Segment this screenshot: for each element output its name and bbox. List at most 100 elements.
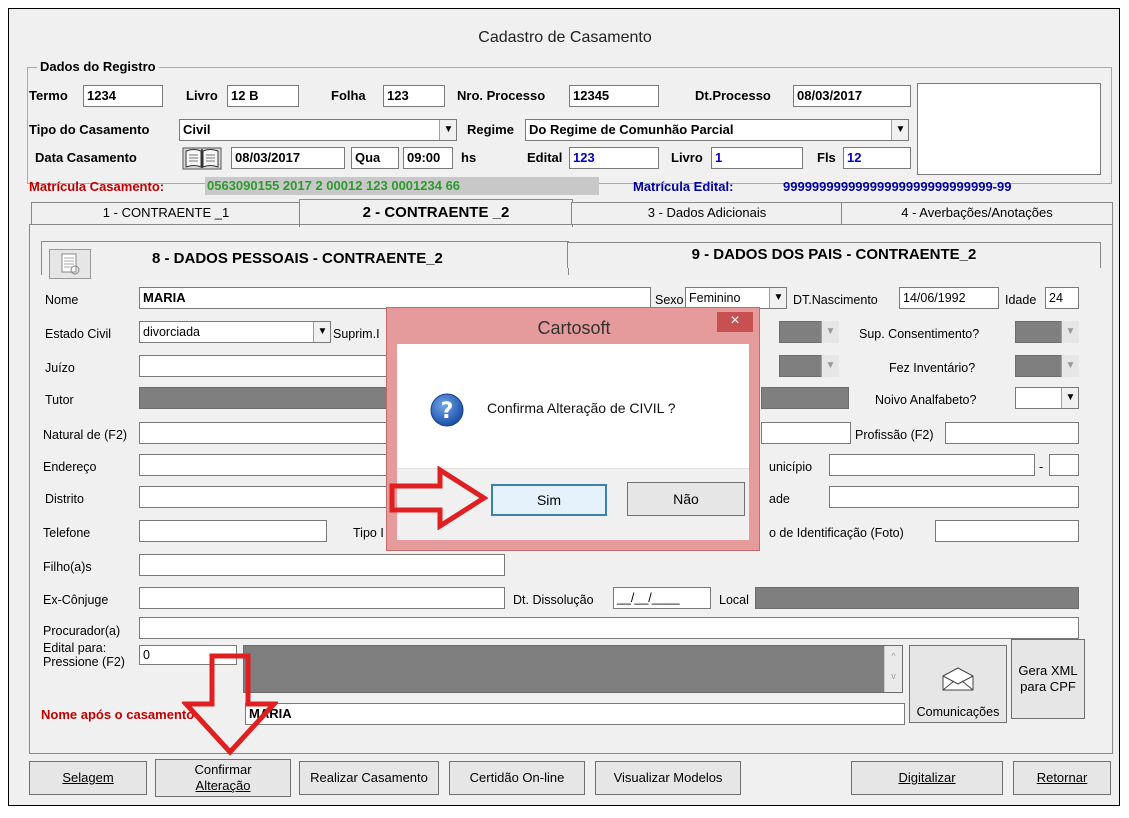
envelope-icon [941,666,975,696]
hora-field[interactable]: 09:00 [403,147,453,169]
gera-xml-label-1: Gera XML [1018,663,1078,678]
edital-para-textarea[interactable]: ^ v [243,645,903,693]
distrito-field[interactable] [139,486,395,508]
noivo-analfabeto-select[interactable]: ▼ [1015,387,1079,409]
sexo-select[interactable]: Feminino ▼ [685,287,787,309]
municipio-field[interactable] [829,454,1035,476]
ex-conjuge-label: Ex-Cônjuge [43,593,109,607]
scroll-down-icon[interactable]: v [885,666,902,686]
suprim-label: Suprim.I [333,327,380,341]
procurador-field[interactable] [139,617,1079,639]
dt-nascimento-label: DT.Nascimento [793,293,878,307]
uf-field[interactable] [1049,454,1079,476]
regime-select[interactable]: Do Regime de Comunhão Parcial ▼ [525,119,909,141]
fez-inventario-select[interactable]: ▼ [1015,355,1079,377]
dialog-close-button[interactable]: × [717,312,753,332]
tutor-label: Tutor [45,393,74,407]
svg-text:?: ? [441,399,454,424]
dialog-title: Cartosoft [537,318,611,338]
sup-consentimento-select[interactable]: ▼ [1015,321,1079,343]
chevron-down-icon[interactable]: ▼ [891,120,908,140]
tab-contraente-1[interactable]: 1 - CONTRAENTE _1 [31,202,301,224]
digitalizar-button[interactable]: Digitalizar [851,761,1003,795]
data-casamento-field[interactable]: 08/03/2017 [231,147,345,169]
local-field [755,587,1079,609]
subtab-dados-pessoais[interactable]: 8 - DADOS PESSOAIS - CONTRAENTE_2 [41,241,569,275]
matricula-casamento-label: Matrícula Casamento: [29,179,165,194]
certidao-online-button[interactable]: Certidão On-line [449,761,585,795]
bairro-label: ade [769,492,790,506]
chevron-down-icon[interactable]: ▼ [821,321,839,343]
confirmar-label-1: Confirmar [194,762,252,777]
tipo-casamento-label: Tipo do Casamento [29,122,150,137]
subtab-dados-pais[interactable]: 9 - DADOS DOS PAIS - CONTRAENTE_2 [567,242,1101,268]
livro2-label: Livro [671,150,703,165]
nao-button[interactable]: Não [627,482,745,516]
dialog-message: Confirma Alteração de CIVIL ? [487,400,676,416]
telefone-field[interactable] [139,520,327,542]
juizo-field[interactable] [139,355,395,377]
close-icon: × [730,312,740,329]
notepad-icon[interactable] [49,249,91,279]
profissao-field[interactable] [945,422,1079,444]
nome-apos-field[interactable]: MARIA [245,703,905,725]
chevron-down-icon[interactable]: ▼ [1061,355,1079,377]
dt-dissolucao-field[interactable]: __/__/____ [613,587,711,609]
chevron-down-icon[interactable]: ▼ [769,288,786,308]
folha-field[interactable]: 123 [383,85,445,107]
estado-civil-select[interactable]: divorciada ▼ [139,321,331,343]
regime-label: Regime [467,122,514,137]
telefone-label: Telefone [43,526,91,540]
termo-field[interactable]: 1234 [83,85,163,107]
idade-label: Idade [1005,293,1037,307]
tab-averbacoes[interactable]: 4 - Averbações/Anotações [841,202,1113,224]
edital-field[interactable]: 123 [569,147,659,169]
question-icon: ? [429,392,465,428]
nome-field[interactable]: MARIA [139,287,651,309]
window-title: Cadastro de Casamento [478,29,652,46]
calendar-book-icon[interactable] [181,145,223,171]
comunicacoes-button[interactable]: Comunicações [909,645,1007,723]
visualizar-modelos-button[interactable]: Visualizar Modelos [595,761,741,795]
sim-button[interactable]: Sim [491,484,607,516]
chevron-down-icon[interactable]: ▼ [1061,388,1078,408]
fls-field[interactable]: 12 [843,147,911,169]
confirmar-label-2: Alteração [195,778,251,793]
ex-conjuge-field[interactable] [139,587,505,609]
hidden-select-1[interactable]: ▼ [779,321,839,343]
retornar-button[interactable]: Retornar [1013,761,1111,795]
matricula-edital-value: 99999999999999999999999999999-99 [783,179,1012,194]
juizo-label: Juízo [45,361,75,375]
livro2-field[interactable]: 1 [711,147,803,169]
tipo-casamento-select[interactable]: Civil ▼ [179,119,457,141]
dt-processo-field[interactable]: 08/03/2017 [793,85,911,107]
chevron-down-icon[interactable]: ▼ [1061,321,1079,343]
fez-inventario-label: Fez Inventário? [889,361,976,375]
tab-contraente-2[interactable]: 2 - CONTRAENTE _2 [299,199,573,227]
identificacao-field[interactable] [935,520,1079,542]
noivo-analfabeto-label: Noivo Analfabeto? [875,393,977,407]
livro-field[interactable]: 12 B [227,85,299,107]
chevron-down-icon[interactable]: ▼ [439,120,456,140]
confirmar-alteracao-button[interactable]: Confirmar Alteração [155,759,291,797]
endereco-field[interactable] [139,454,395,476]
natural-field[interactable] [139,422,395,444]
nro-processo-field[interactable]: 12345 [569,85,659,107]
bairro-field[interactable] [829,486,1079,508]
tab-dados-adicionais[interactable]: 3 - Dados Adicionais [571,202,843,224]
scrollbar[interactable]: ^ v [884,646,902,692]
realizar-casamento-button[interactable]: Realizar Casamento [299,761,439,795]
tipo-label: Tipo I [353,526,384,540]
folha-label: Folha [331,88,366,103]
dt-nascimento-field[interactable]: 14/06/1992 [899,287,999,309]
comunicacoes-label: Comunicações [916,705,1000,719]
scroll-up-icon[interactable]: ^ [885,646,902,666]
natural-field-right[interactable] [761,422,851,444]
chevron-down-icon[interactable]: ▼ [313,322,330,342]
chevron-down-icon[interactable]: ▼ [821,355,839,377]
hs-label: hs [461,150,477,165]
gera-xml-button[interactable]: Gera XML para CPF [1011,639,1085,719]
selagem-button[interactable]: Selagem [29,761,147,795]
filhos-field[interactable] [139,554,505,576]
hidden-select-2[interactable]: ▼ [779,355,839,377]
